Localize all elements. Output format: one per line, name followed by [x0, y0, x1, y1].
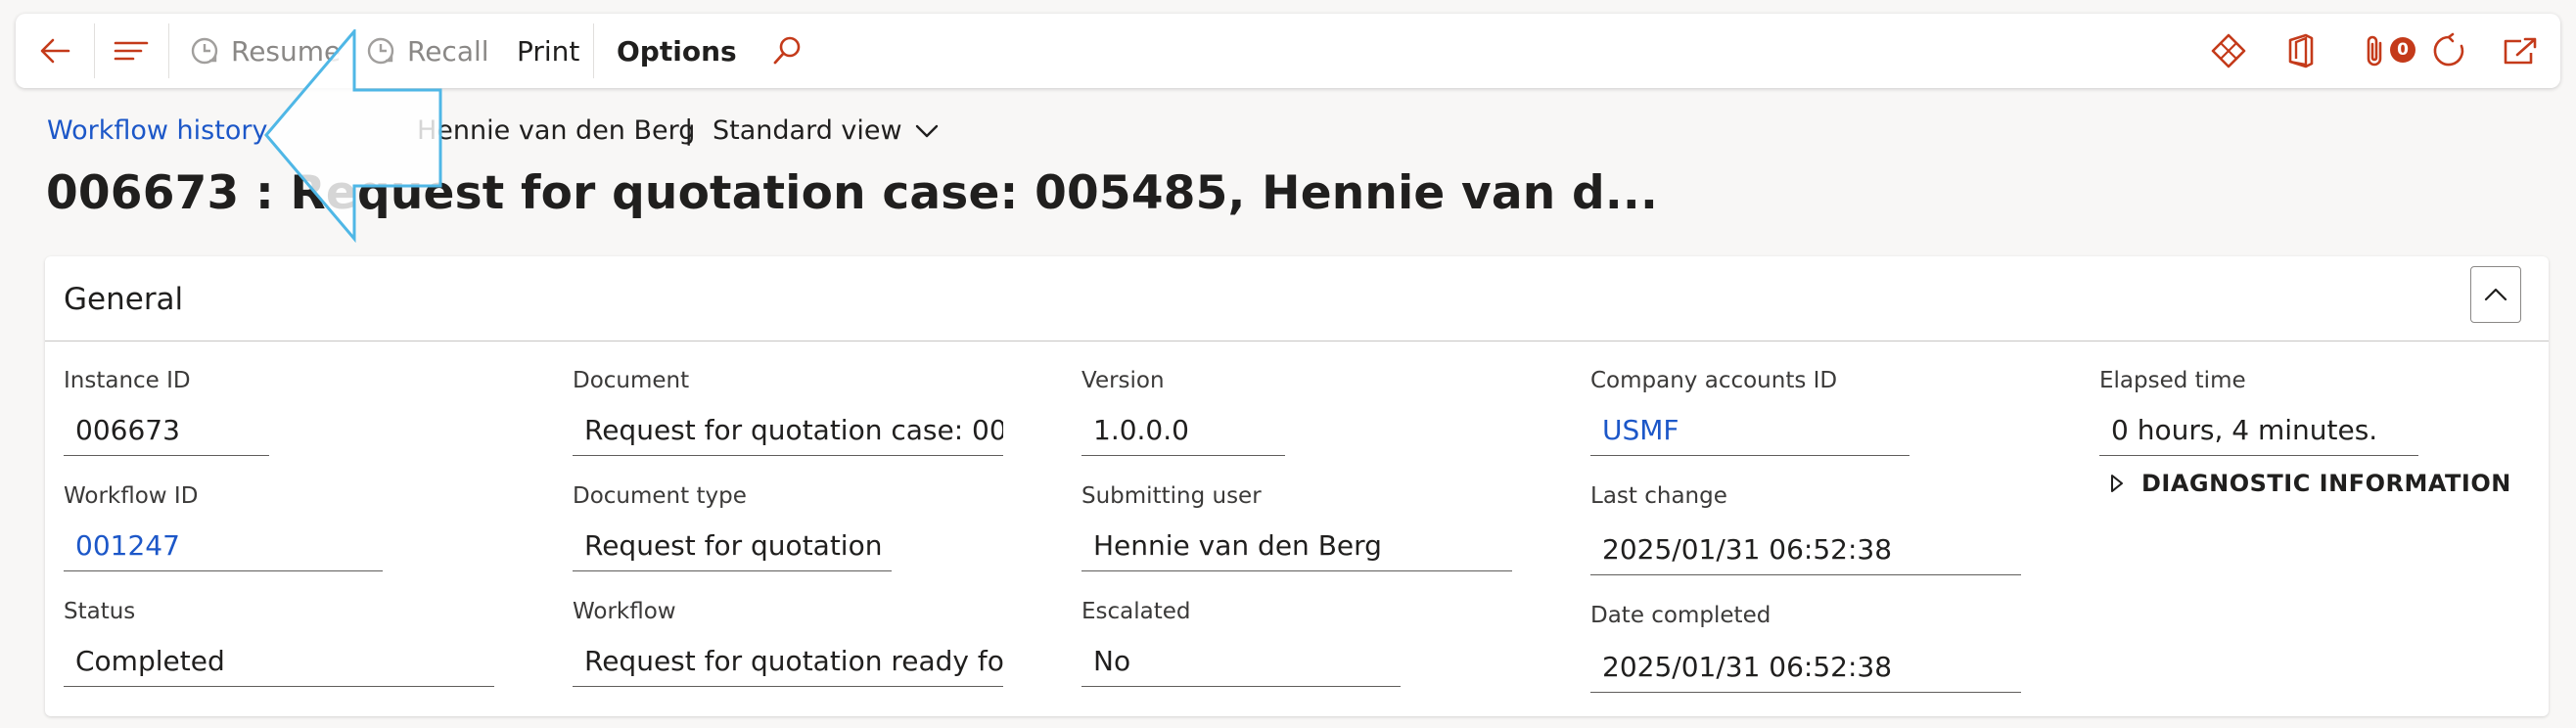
submitting-user-field[interactable]: Hennie van den Berg — [1081, 526, 1512, 571]
options-label: Options — [617, 34, 737, 68]
workflow-id-field[interactable]: 001247 — [64, 526, 383, 571]
arrow-left-icon — [40, 38, 70, 64]
version-label: Version — [1081, 368, 1165, 393]
toolbar-divider — [593, 23, 594, 78]
attachments-count-badge: 0 — [2390, 37, 2415, 63]
refresh-button[interactable] — [2429, 14, 2468, 88]
workflow-history-link[interactable]: Workflow history — [47, 115, 267, 146]
open-new-window-button[interactable] — [2502, 14, 2539, 88]
toolbar-divider — [94, 23, 95, 78]
callout-arrow-icon — [264, 29, 442, 244]
elapsed-time-field[interactable]: 0 hours, 4 minutes. — [2099, 411, 2418, 456]
breadcrumb-separator: | — [684, 114, 694, 146]
power-apps-button[interactable] — [2210, 14, 2247, 88]
chevron-up-icon — [2484, 288, 2507, 301]
last-change-label: Last change — [1590, 483, 1727, 509]
document-field[interactable]: Request for quotation case: 005... — [573, 411, 1003, 456]
back-button[interactable] — [37, 14, 72, 88]
breadcrumb-record: Hennie van den Berg — [417, 115, 696, 146]
refresh-icon — [2433, 32, 2464, 67]
diagnostic-information-label: DIAGNOSTIC INFORMATION — [2141, 470, 2511, 497]
escalated-field[interactable]: No — [1081, 642, 1401, 687]
version-field[interactable]: 1.0.0.0 — [1081, 411, 1285, 456]
date-completed-field[interactable]: 2025/01/31 06:52:38 — [1590, 648, 2021, 693]
submitting-user-label: Submitting user — [1081, 483, 1262, 509]
paperclip-icon — [2367, 35, 2382, 67]
escalated-label: Escalated — [1081, 599, 1191, 624]
toolbar-divider — [168, 23, 169, 78]
office-button[interactable] — [2284, 14, 2318, 88]
search-button[interactable] — [769, 14, 805, 88]
search-icon — [773, 36, 801, 65]
general-fasttab-title: General — [64, 282, 184, 317]
instance-id-field[interactable]: 006673 — [64, 411, 269, 456]
workflow-label: Workflow — [573, 599, 676, 624]
clock-icon — [191, 37, 218, 65]
menu-button[interactable] — [112, 14, 151, 88]
general-fasttab-header[interactable]: General — [45, 256, 2549, 341]
document-type-field[interactable]: Request for quotation ... — [573, 526, 892, 571]
diagnostic-information-toggle[interactable]: DIAGNOSTIC INFORMATION — [2110, 470, 2511, 497]
workflow-field[interactable]: Request for quotation ready for... — [573, 642, 1003, 687]
view-selector[interactable]: Standard view — [713, 115, 940, 146]
collapse-button[interactable] — [2470, 266, 2521, 323]
status-label: Status — [64, 599, 136, 624]
general-fasttab: General Instance ID 006673 Workflow ID 0… — [45, 256, 2549, 716]
attachments-button[interactable] — [2359, 14, 2392, 88]
open-in-new-window-icon — [2504, 37, 2537, 65]
chevron-down-icon — [915, 124, 938, 137]
company-accounts-id-field[interactable]: USMF — [1590, 411, 1909, 456]
document-label: Document — [573, 368, 690, 393]
company-accounts-id-label: Company accounts ID — [1590, 368, 1838, 393]
instance-id-label: Instance ID — [64, 368, 191, 393]
status-field[interactable]: Completed — [64, 642, 494, 687]
document-type-label: Document type — [573, 483, 747, 509]
print-button[interactable]: Print — [517, 14, 579, 88]
workflow-id-label: Workflow ID — [64, 483, 199, 509]
date-completed-label: Date completed — [1590, 603, 1771, 628]
last-change-field[interactable]: 2025/01/31 06:52:38 — [1590, 530, 2021, 575]
office-icon — [2288, 33, 2314, 68]
diamond-grid-icon — [2211, 33, 2246, 68]
hamburger-icon — [114, 41, 149, 61]
print-label: Print — [517, 34, 580, 68]
triangle-right-icon — [2111, 475, 2123, 492]
elapsed-time-label: Elapsed time — [2099, 368, 2246, 393]
view-selector-label: Standard view — [713, 115, 902, 146]
options-button[interactable]: Options — [617, 14, 737, 88]
